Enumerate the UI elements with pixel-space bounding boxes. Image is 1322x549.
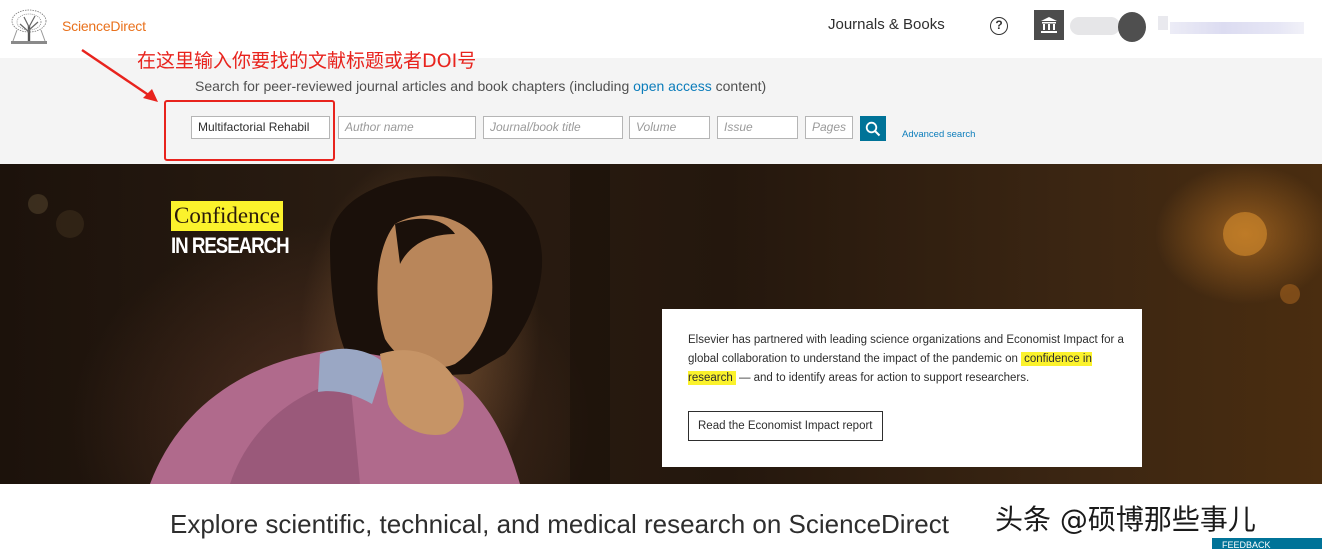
institution-icon[interactable] (1034, 10, 1064, 40)
open-access-link[interactable]: open access (633, 78, 712, 94)
search-icon (865, 121, 881, 136)
search-button[interactable] (860, 116, 886, 141)
issue-input[interactable]: Issue (717, 116, 798, 139)
annotation-text: 在这里输入你要找的文献标题或者DOI号 (137, 50, 477, 72)
search-intro: Search for peer-reviewed journal article… (195, 78, 767, 94)
help-icon[interactable]: ? (990, 17, 1008, 35)
volume-input[interactable]: Volume (629, 116, 710, 139)
promo-text: Elsevier has partnered with leading scie… (688, 334, 1124, 385)
pages-input[interactable]: Pages (805, 116, 853, 139)
hero-banner: Confidence IN RESEARCH Elsevier has part… (0, 164, 1322, 484)
journal-title-input[interactable]: Journal/book title (483, 116, 623, 139)
watermark: 头条 @硕博那些事儿 (995, 503, 1256, 536)
confidence-logo-word: Confidence (171, 201, 284, 231)
journals-books-link[interactable]: Journals & Books (828, 16, 945, 33)
annotation-highlight-box (164, 100, 335, 161)
arrow-icon (81, 49, 158, 102)
explore-heading: Explore scientific, technical, and medic… (170, 509, 949, 539)
advanced-search-link[interactable]: Advanced search (902, 129, 975, 140)
feedback-button[interactable]: FEEDBACK (1212, 538, 1322, 549)
read-report-button[interactable]: Read the Economist Impact report (688, 411, 883, 441)
user-account-blurred[interactable] (1070, 12, 1305, 42)
confidence-logo-subtitle: IN RESEARCH (171, 233, 290, 258)
promo-card: Elsevier has partnered with leading scie… (662, 309, 1142, 467)
brand-name[interactable]: ScienceDirect (62, 18, 146, 34)
elsevier-tree-icon[interactable] (8, 8, 50, 46)
author-input[interactable]: Author name (338, 116, 476, 139)
